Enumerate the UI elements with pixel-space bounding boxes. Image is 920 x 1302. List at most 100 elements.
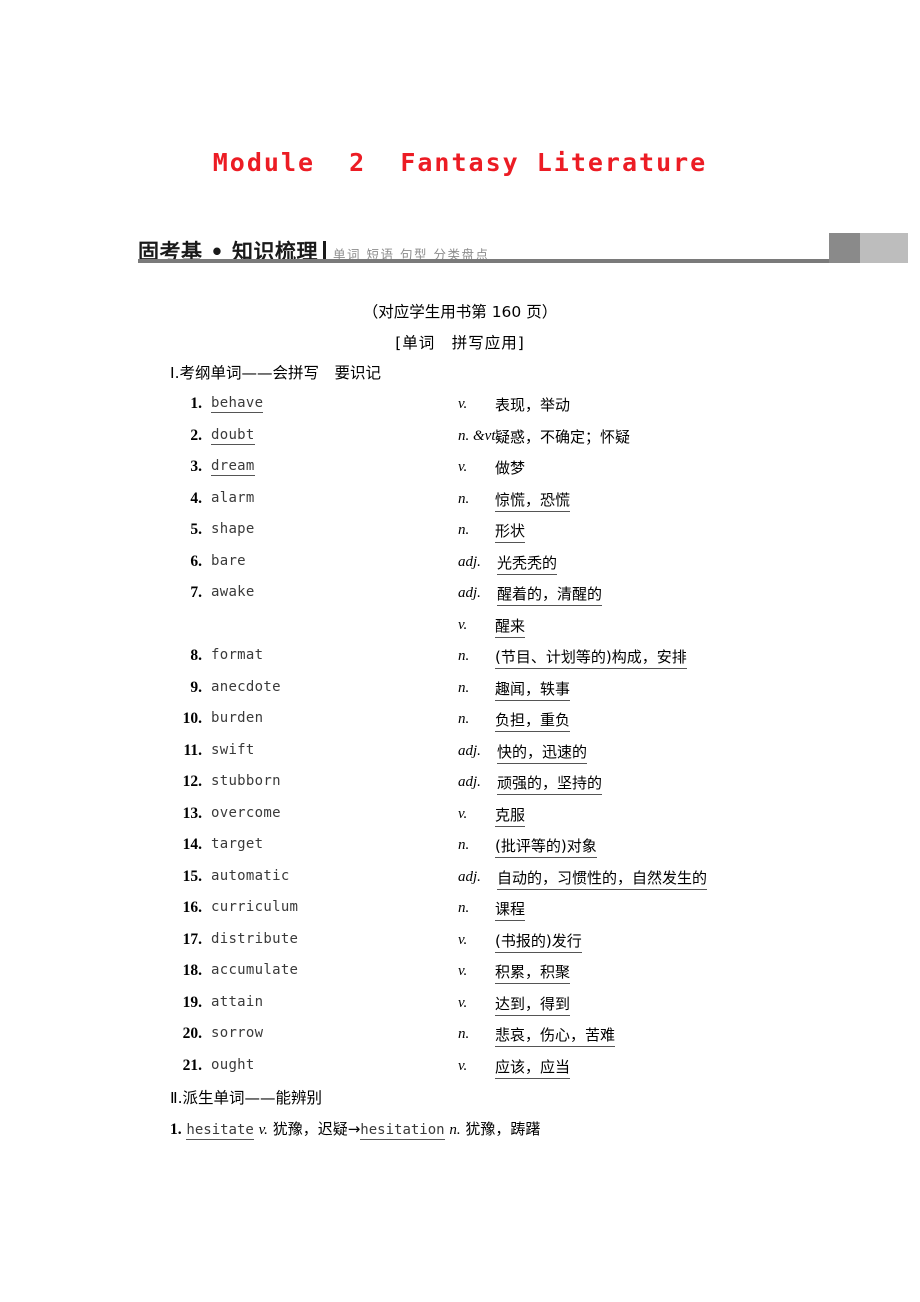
vocabulary-row: 21. ought v. 应该，应当 (170, 1055, 890, 1087)
vocabulary-row-number: 19. (182, 993, 202, 1011)
vocabulary-definition: (书报的)发行 (495, 930, 582, 953)
vocabulary-row: 18. accumulate v. 积累，积聚 (170, 960, 890, 992)
vocabulary-row-number: 10. (182, 710, 202, 727)
derived-base-definition: 犹豫，迟疑 (272, 1120, 348, 1138)
vocabulary-row: 20. sorrow n. 悲哀，伤心，苦难 (170, 1023, 890, 1055)
vocabulary-word: distribute (211, 930, 299, 947)
decoration-block-dark (829, 233, 860, 263)
vocabulary-word: behave (211, 395, 264, 413)
vocabulary-row-number: 6. (190, 552, 202, 570)
vocabulary-word: anecdote (211, 678, 281, 695)
vocabulary-definition: 积累，积聚 (495, 961, 571, 984)
vocabulary-row: 5. shape n. 形状 (170, 519, 890, 551)
vocabulary-row: 16. curriculum n. 课程 (170, 897, 890, 929)
vocabulary-row: 13. overcome v. 克服 (170, 803, 890, 835)
vocabulary-word: target (211, 836, 264, 852)
vocabulary-row-number: 12. (182, 773, 202, 790)
vocabulary-row-number: 17. (182, 930, 202, 948)
vocabulary-word: burden (211, 710, 264, 726)
vocabulary-row: v. 醒来 (170, 614, 890, 646)
vocabulary-row: 8. format n. (节目、计划等的)构成，安排 (170, 645, 890, 677)
vocabulary-part-of-speech: n. (458, 1026, 470, 1042)
vocabulary-row-number: 16. (182, 899, 202, 916)
vocabulary-word: automatic (211, 867, 290, 884)
vocabulary-part-of-speech: v. (458, 805, 468, 822)
vocabulary-word: curriculum (211, 899, 299, 915)
vocabulary-row: 12. stubborn adj. 顽强的，坚持的 (170, 771, 890, 803)
section-header-decoration-block (829, 233, 908, 263)
vocabulary-row: 15. automatic adj. 自动的，习惯性的，自然发生的 (170, 866, 890, 898)
vocabulary-row: 2. doubt n. &vt. 疑惑，不确定；怀疑 (170, 425, 890, 457)
vocabulary-word: overcome (211, 804, 281, 821)
vocabulary-definition: 醒来 (495, 615, 526, 638)
vocabulary-part-of-speech: v. (458, 963, 468, 979)
derived-word: hesitation (360, 1122, 445, 1140)
vocabulary-row: 14. target n. (批评等的)对象 (170, 834, 890, 866)
derived-definition: 犹豫，踌躇 (465, 1120, 541, 1138)
vocabulary-part-of-speech: v. (458, 994, 468, 1011)
vocabulary-word: shape (211, 521, 255, 537)
vocabulary-word: sorrow (211, 1025, 264, 1041)
vocabulary-part-of-speech: adj. (458, 868, 481, 885)
vocabulary-part-of-speech: v. (458, 459, 468, 475)
vocabulary-part-of-speech: adj. (458, 774, 481, 790)
vocabulary-definition: 醒着的，清醒的 (497, 583, 603, 606)
vocabulary-row: 3. dream v. 做梦 (170, 456, 890, 488)
vocabulary-row: 4. alarm n. 惊慌，恐慌 (170, 488, 890, 520)
vocabulary-part-of-speech: n. (458, 711, 470, 727)
vocabulary-definition: 疑惑，不确定；怀疑 (495, 427, 631, 446)
vocabulary-row: 9. anecdote n. 趣闻，轶事 (170, 677, 890, 709)
vocabulary-definition: 负担，重负 (495, 709, 571, 732)
vocabulary-part-of-speech: v. (458, 931, 468, 948)
vocabulary-definition: 课程 (495, 898, 526, 921)
vocabulary-word: accumulate (211, 962, 299, 978)
vocabulary-definition: 做梦 (495, 459, 526, 477)
vocabulary-list: 1. behave v. 表现，举动 2. doubt n. &vt. 疑惑，不确定；怀疑 3.… (170, 393, 890, 1086)
vocabulary-word: alarm (211, 489, 255, 506)
vocabulary-definition: 顽强的，坚持的 (497, 772, 603, 795)
vocabulary-row: 7. awake adj. 醒着的，清醒的 (170, 582, 890, 614)
vocabulary-word: dream (211, 458, 255, 476)
vocabulary-word: awake (211, 584, 255, 600)
vocabulary-row-number: 14. (182, 836, 202, 853)
derived-word-list: 1. hesitate v. 犹豫，迟疑→hesitation n. 犹豫，踌躇 (170, 1118, 541, 1140)
vocabulary-row-number: 2. (190, 426, 202, 444)
derived-base-word: hesitate (186, 1122, 254, 1140)
decoration-block-light (860, 233, 908, 263)
vocabulary-word: ought (211, 1056, 255, 1073)
vocabulary-definition: 形状 (495, 520, 526, 543)
vocabulary-part-of-speech: adj. (458, 742, 481, 759)
vocabulary-row-number: 5. (190, 521, 202, 538)
vocabulary-part-of-speech: adj. (458, 585, 481, 601)
derived-arrow-icon: → (347, 1120, 361, 1138)
vocabulary-row: 1. behave v. 表现，举动 (170, 393, 890, 425)
topic-label: [单词 拼写应用] (395, 334, 525, 352)
vocabulary-word: doubt (211, 426, 255, 445)
vocabulary-part-of-speech: v. (458, 396, 468, 412)
vocabulary-part-of-speech: adj. (458, 553, 481, 570)
vocabulary-row: 19. attain v. 达到，得到 (170, 992, 890, 1024)
vocabulary-definition: 自动的，习惯性的，自然发生的 (497, 867, 708, 890)
vocabulary-word: swift (211, 741, 255, 758)
vocabulary-row-number: 21. (182, 1056, 202, 1074)
vocabulary-definition: (批评等的)对象 (495, 835, 597, 858)
derived-word-row: 1. hesitate v. 犹豫，迟疑→hesitation n. 犹豫，踌躇 (170, 1118, 541, 1140)
vocabulary-row-number: 1. (190, 395, 202, 412)
vocabulary-part-of-speech: n. &vt. (458, 427, 500, 444)
vocabulary-part-of-speech: n. (458, 522, 470, 538)
vocabulary-row-number: 11. (183, 741, 202, 759)
part-two-heading: Ⅱ.派生单词——能辨别 (170, 1089, 323, 1107)
vocabulary-part-of-speech: n. (458, 900, 470, 916)
derived-part-of-speech: n. (449, 1122, 461, 1138)
vocabulary-definition: 克服 (495, 804, 526, 827)
vocabulary-row-number: 7. (190, 584, 202, 601)
vocabulary-word: bare (211, 552, 246, 569)
vocabulary-definition: (节目、计划等的)构成，安排 (495, 646, 687, 669)
vocabulary-definition: 光秃秃的 (497, 552, 558, 575)
vocabulary-row-number: 15. (182, 867, 202, 885)
vocabulary-row-number: 9. (190, 678, 202, 696)
vocabulary-definition: 应该，应当 (495, 1056, 571, 1079)
vocabulary-part-of-speech: n. (458, 679, 470, 696)
vocabulary-definition: 达到，得到 (495, 993, 571, 1016)
vocabulary-part-of-speech: v. (458, 1057, 468, 1074)
